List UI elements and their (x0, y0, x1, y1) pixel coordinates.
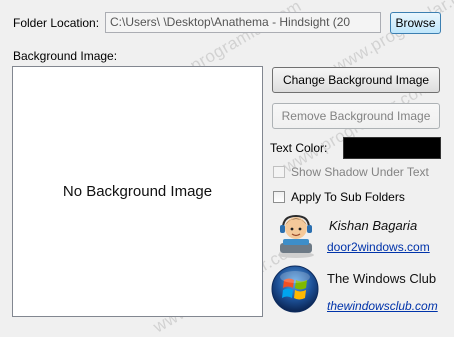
text-color-swatch[interactable] (343, 137, 441, 159)
remove-background-button[interactable]: Remove Background Image (272, 103, 440, 129)
club-website-link[interactable]: thewindowsclub.com (327, 299, 438, 313)
change-background-button[interactable]: Change Background Image (272, 67, 440, 93)
apply-sub-folders-label: Apply To Sub Folders (291, 190, 405, 204)
background-image-preview: No Background Image (12, 66, 263, 317)
author-avatar-icon (271, 211, 321, 259)
windows-logo-icon (270, 264, 320, 314)
author-name: Kishan Bagaria (329, 218, 418, 233)
background-image-label: Background Image: (13, 49, 118, 63)
text-color-label: Text Color: (270, 141, 328, 155)
browse-button[interactable]: Browse (390, 12, 441, 34)
apply-sub-folders-checkbox[interactable] (273, 191, 285, 203)
folder-path-field[interactable]: C:\Users\ \Desktop\Anathema - Hindsight … (105, 12, 381, 33)
folder-location-label: Folder Location: (13, 16, 100, 30)
club-name: The Windows Club (327, 271, 437, 286)
show-shadow-checkbox[interactable] (273, 166, 285, 178)
preview-placeholder-text: No Background Image (62, 183, 213, 200)
author-website-link[interactable]: door2windows.com (327, 240, 430, 254)
show-shadow-label: Show Shadow Under Text (291, 165, 429, 179)
